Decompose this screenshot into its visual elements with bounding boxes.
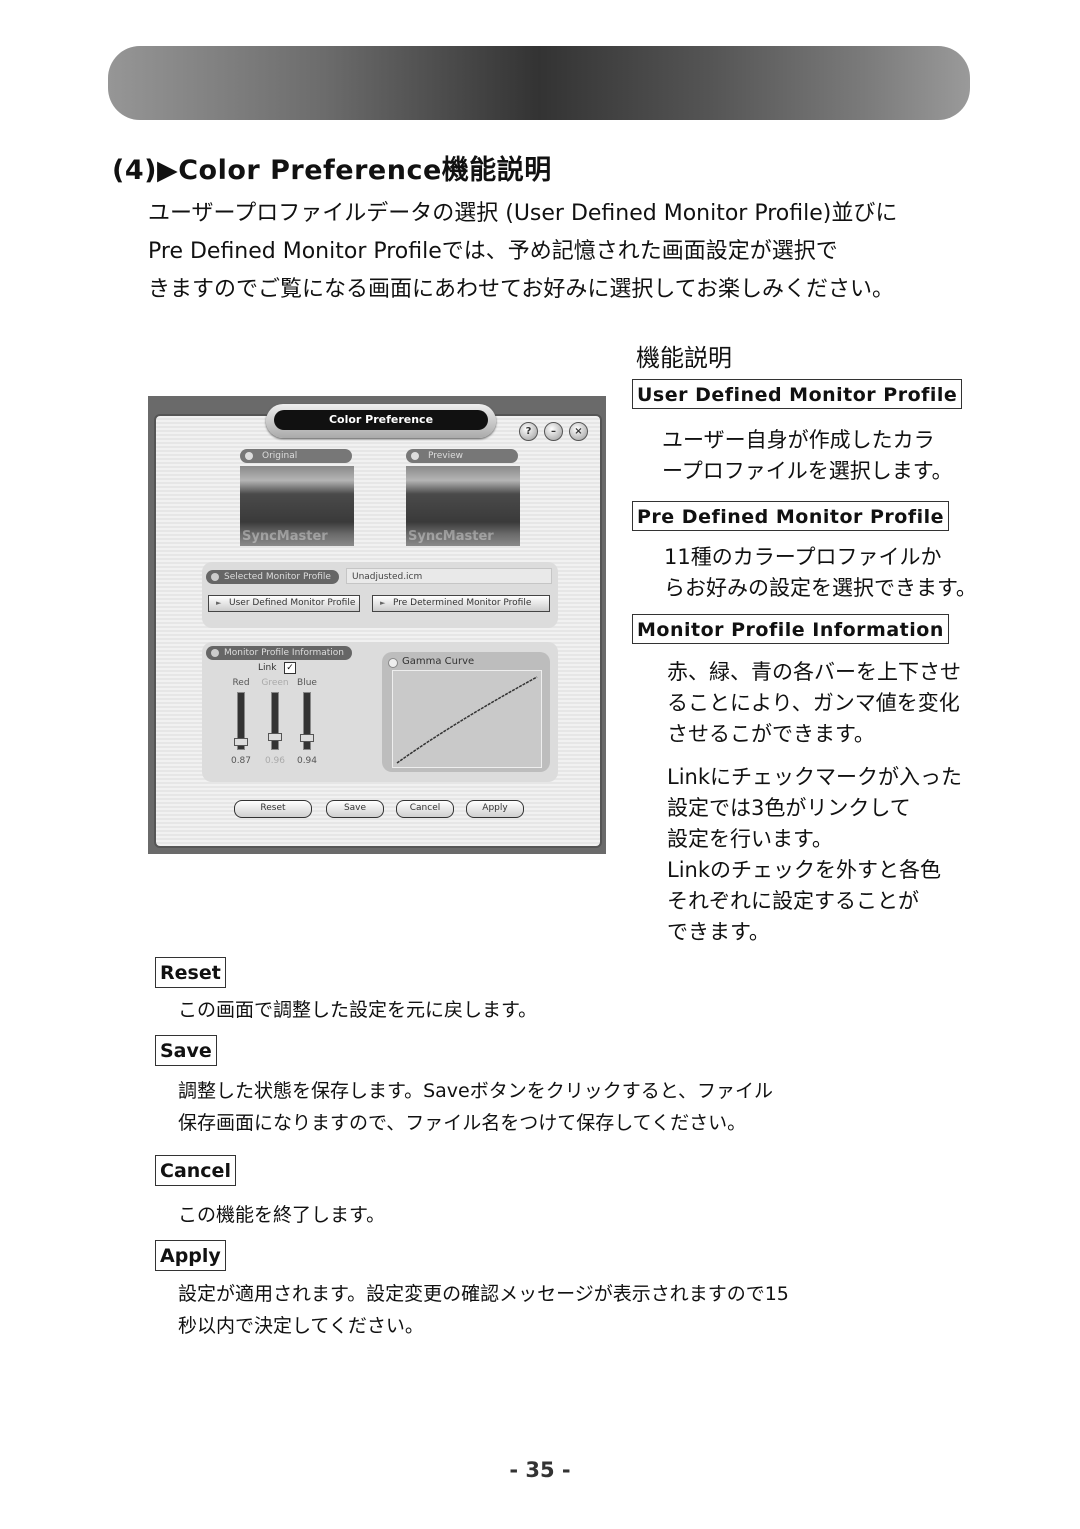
desc-line: それぞれに設定することが — [667, 889, 919, 913]
desc-line: 設定を行います。 — [667, 827, 833, 851]
apply-help-label: Apply — [155, 1240, 226, 1271]
section-heading: (4)▶Color Preference機能説明 — [112, 155, 552, 186]
selected-profile-field: Unadjusted.icm — [346, 568, 552, 584]
green-value: 0.96 — [264, 756, 286, 766]
cancel-help-desc: この機能を終了します。 — [178, 1199, 385, 1231]
red-slider[interactable] — [234, 692, 248, 750]
save-help-label: Save — [155, 1035, 217, 1066]
desc-line: 調整した状態を保存します。Saveボタンをクリックすると、ファイル — [178, 1080, 773, 1102]
help-icon[interactable]: ? — [519, 422, 538, 441]
green-slider[interactable] — [268, 692, 282, 750]
link-label: Link — [258, 663, 277, 673]
monitor-info-desc: 赤、緑、青の各バーを上下させ ることにより、ガンマ値を変化 させるこができます。 — [667, 657, 961, 750]
color-preference-window: Color Preference ? – × Original SyncMast… — [154, 404, 602, 848]
desc-line: 11種のカラープロファイルか — [664, 545, 942, 569]
cancel-button[interactable]: Cancel — [396, 800, 454, 818]
intro-line: Pre Defined Monitor Profileでは、予め記憶された画面設… — [148, 239, 838, 264]
gamma-curve-panel: Gamma Curve — [382, 652, 550, 772]
link-desc: Linkにチェックマークが入った 設定では3色がリンクして 設定を行います。 L… — [667, 762, 962, 948]
user-defined-label: User Defined Monitor Profile — [632, 379, 963, 409]
reset-button[interactable]: Reset — [234, 800, 312, 818]
user-defined-desc: ユーザー自身が作成したカラ ープロファイルを選択します。 — [662, 425, 953, 487]
intro-line: ユーザープロファイルデータの選択 (User Defined Monitor P… — [148, 201, 898, 226]
window-title: Color Preference — [274, 410, 488, 430]
blue-value: 0.94 — [296, 756, 318, 766]
gamma-curve-label: Gamma Curve — [388, 656, 474, 668]
gamma-curve-graph — [392, 670, 542, 768]
apply-button[interactable]: Apply — [466, 800, 524, 818]
page-number: - 35 - — [509, 1458, 571, 1482]
desc-line: この画面で調整した設定を元に戻します。 — [178, 999, 538, 1021]
pre-defined-label: Pre Defined Monitor Profile — [632, 501, 950, 531]
desc-line: Linkのチェックを外すと各色 — [667, 858, 942, 882]
reset-help-desc: この画面で調整した設定を元に戻します。 — [178, 994, 537, 1026]
desc-line: ることにより、ガンマ値を変化 — [667, 691, 960, 715]
desc-line: Linkにチェックマークが入った — [667, 765, 963, 789]
desc-line: 赤、緑、青の各バーを上下させ — [667, 660, 961, 684]
pre-defined-desc: 11種のカラープロファイルか らお好みの設定を選択できます。 — [664, 542, 977, 604]
features-title: 機能説明 — [636, 344, 732, 372]
reset-help-label: Reset — [155, 957, 226, 988]
preview-label: Preview — [406, 449, 518, 463]
slider-thumb[interactable] — [268, 733, 282, 741]
apply-help-desc: 設定が適用されます。設定変更の確認メッセージが表示されますので15 秒以内で決定… — [178, 1278, 789, 1342]
user-defined-profile-button[interactable]: User Defined Monitor Profile — [208, 595, 360, 612]
preview-image: SyncMaster — [406, 466, 520, 546]
desc-line: 設定が適用されます。設定変更の確認メッセージが表示されますので15 — [178, 1283, 789, 1305]
profile-selection-panel: Selected Monitor Profile Unadjusted.icm … — [202, 562, 558, 628]
desc-line: この機能を終了します。 — [178, 1204, 386, 1226]
slider-thumb[interactable] — [300, 734, 314, 742]
desc-line: ユーザー自身が作成したカラ — [662, 428, 935, 452]
desc-line: ープロファイルを選択します。 — [662, 459, 953, 483]
red-slider-label: Red — [232, 678, 250, 688]
save-button[interactable]: Save — [326, 800, 384, 818]
red-value: 0.87 — [230, 756, 252, 766]
desc-line: 秒以内で決定してください。 — [178, 1315, 424, 1337]
app-screenshot: Color Preference ? – × Original SyncMast… — [148, 396, 606, 854]
desc-line: らお好みの設定を選択できます。 — [664, 576, 977, 600]
photo-watermark: SyncMaster — [408, 529, 494, 544]
window-title-bar[interactable]: Color Preference — [266, 404, 496, 438]
save-help-desc: 調整した状態を保存します。Saveボタンをクリックすると、ファイル 保存画面にな… — [178, 1075, 773, 1139]
desc-line: 設定では3色がリンクして — [667, 796, 911, 820]
blue-slider[interactable] — [300, 692, 314, 750]
link-checkbox[interactable]: ✓ — [284, 662, 296, 674]
monitor-info-label: Monitor Profile Information — [206, 646, 353, 660]
monitor-info-panel: Monitor Profile Information Link ✓ Red G… — [202, 642, 558, 782]
pre-determined-profile-button[interactable]: Pre Determined Monitor Profile — [372, 595, 550, 612]
close-icon[interactable]: × — [569, 422, 588, 441]
desc-line: できます。 — [667, 920, 770, 944]
desc-line: させるこができます。 — [667, 722, 875, 746]
slider-thumb[interactable] — [234, 738, 248, 746]
original-label: Original — [240, 449, 352, 463]
photo-watermark: SyncMaster — [242, 529, 328, 544]
window-controls: ? – × — [519, 422, 588, 441]
original-image: SyncMaster — [240, 466, 354, 546]
intro-paragraph: ユーザープロファイルデータの選択 (User Defined Monitor P… — [148, 195, 897, 309]
header-banner — [108, 46, 970, 120]
gamma-curve-line — [396, 676, 538, 764]
cancel-help-label: Cancel — [155, 1155, 236, 1186]
selected-profile-label: Selected Monitor Profile — [206, 570, 339, 584]
blue-slider-label: Blue — [297, 678, 317, 688]
desc-line: 保存画面になりますので、ファイル名をつけて保存してください。 — [178, 1112, 747, 1134]
monitor-info-feature-label: Monitor Profile Information — [632, 614, 949, 644]
green-slider-label: Green — [261, 678, 289, 688]
minimize-icon[interactable]: – — [544, 422, 563, 441]
intro-line: きますのでご覧になる画面にあわせてお好みに選択してお楽しみください。 — [148, 277, 895, 302]
